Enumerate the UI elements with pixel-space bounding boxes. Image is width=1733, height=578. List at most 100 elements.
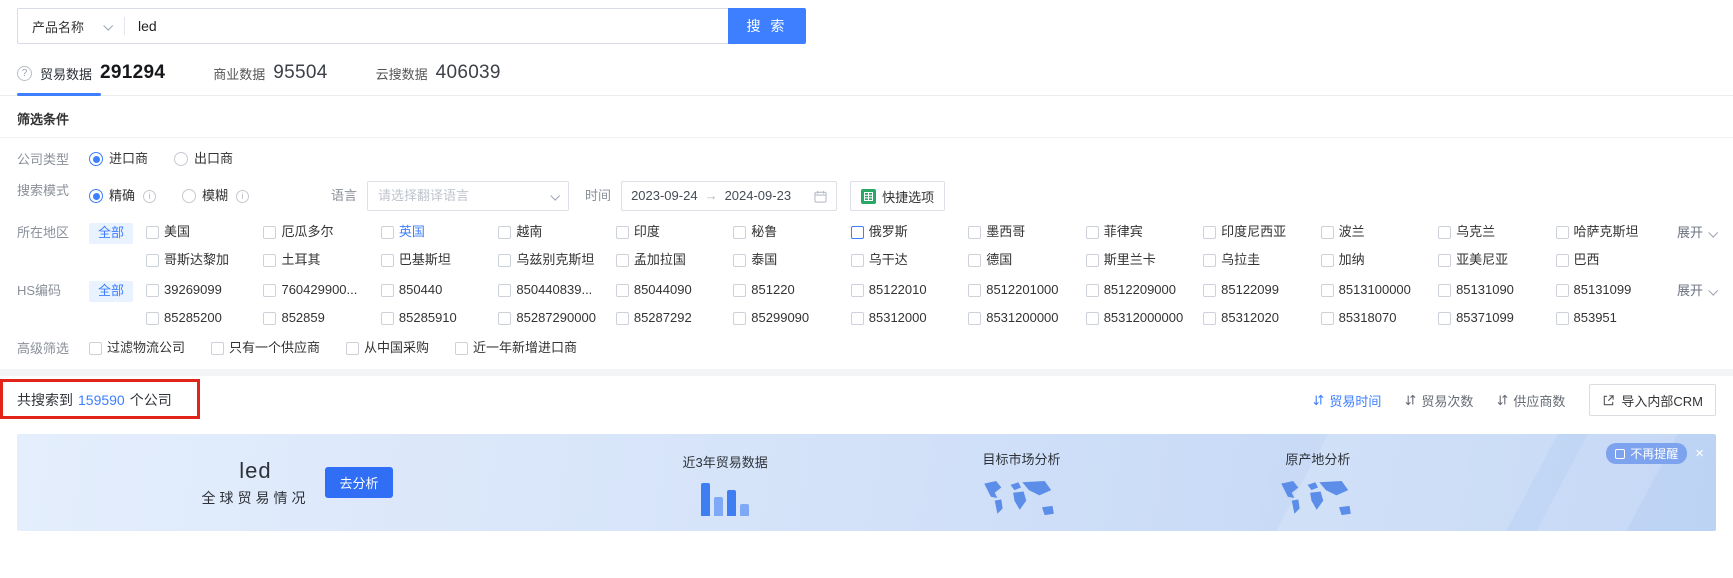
sort-arrows-icon [1405,394,1416,406]
hs-code-checkbox[interactable]: 850440839... [498,281,609,299]
search-category-dropdown[interactable]: 产品名称 [18,9,124,43]
banner-card-trade-data[interactable]: 近3年贸易数据 [577,450,873,516]
region-checkbox[interactable]: 乌拉圭 [1203,251,1314,269]
region-checkbox[interactable]: 印度尼西亚 [1203,223,1314,241]
hs-code-checkbox[interactable]: 85299090 [733,309,844,327]
region-checkbox[interactable]: 厄瓜多尔 [263,223,374,241]
advanced-filter-checkbox[interactable]: 只有一个供应商 [211,339,320,357]
advanced-filter-checkbox[interactable]: 过滤物流公司 [89,339,185,357]
sort-option[interactable]: 供应商数 [1497,391,1565,410]
hs-code-checkbox[interactable]: 85312000 [850,309,962,327]
checkbox-label: 85122099 [1221,282,1279,297]
checkbox-label: 英国 [398,224,425,239]
hs-code-checkbox[interactable]: 851220 [733,281,844,299]
tab-cloud-search-data[interactable]: 云搜数据 406039 [376,62,501,95]
hs-code-all-chip[interactable]: 全部 [89,281,134,302]
checkbox-icon [263,311,277,325]
checkbox-icon [1320,283,1334,297]
translation-language-select[interactable]: 请选择翻译语言 [367,181,570,211]
region-checkbox[interactable]: 英国 [380,223,492,241]
expand-label: 展开 [1676,283,1703,298]
region-checkbox[interactable]: 乌克兰 [1438,223,1549,241]
results-suffix: 个公司 [129,392,172,408]
region-checkbox[interactable]: 德国 [968,251,1079,269]
region-checkbox[interactable]: 俄罗斯 [850,223,962,241]
region-checkbox[interactable]: 秘鲁 [733,223,844,241]
hs-code-checkbox[interactable]: 85285910 [380,309,492,327]
hs-code-checkbox[interactable]: 85312000000 [1085,309,1197,327]
region-checkbox[interactable]: 亚美尼亚 [1438,251,1549,269]
date-range-picker[interactable]: 2023-09-24 → 2024-09-23 [621,181,838,211]
results-actions: 贸易时间 贸易次数 供应商数 导入内部CRM [1313,384,1716,416]
checkbox-label: 过滤物流公司 [107,340,186,355]
checkbox-icon [733,311,747,325]
banner-card-origin[interactable]: 原产地分析 [1170,447,1466,519]
region-checkbox[interactable]: 乌兹别克斯坦 [498,251,609,269]
tab-trade-data[interactable]: ? 贸易数据 291294 [17,62,165,96]
banner-card-target-market[interactable]: 目标市场分析 [873,447,1169,519]
calendar-icon [814,190,827,203]
hs-code-checkbox[interactable]: 85312020 [1203,309,1314,327]
region-checkbox[interactable]: 乌干达 [850,251,962,269]
hs-code-checkbox[interactable]: 850440 [380,281,492,299]
hs-code-checkbox[interactable]: 85122099 [1203,281,1314,299]
hs-code-checkbox[interactable]: 852859 [263,309,374,327]
radio-exporter[interactable]: 出口商 [174,150,233,168]
hs-code-checkbox[interactable]: 85287292 [615,309,727,327]
banner-dismiss: 不再提醒 × [1606,443,1704,464]
region-checkbox[interactable]: 哥斯达黎加 [146,251,257,269]
hs-code-checkbox[interactable]: 85122010 [850,281,962,299]
radio-exact-mode[interactable]: 精确 i [89,187,157,205]
hs-code-checkbox[interactable]: 8513100000 [1320,281,1432,299]
hs-code-checkbox[interactable]: 760429900... [263,281,374,299]
region-checkbox[interactable]: 墨西哥 [968,223,1079,241]
advanced-filter-checkbox[interactable]: 从中国采购 [346,339,429,357]
sort-option[interactable]: 贸易次数 [1405,391,1473,410]
dont-remind-checkbox[interactable]: 不再提醒 [1606,443,1688,464]
tab-count: 406039 [435,62,501,83]
quick-options-button[interactable]: 快捷选项 [850,181,946,211]
close-icon[interactable]: × [1695,446,1704,461]
region-checkbox[interactable]: 越南 [498,223,609,241]
advanced-filter-checkbox[interactable]: 近一年新增进口商 [455,339,577,357]
hs-code-checkbox[interactable]: 85131099 [1555,281,1667,299]
hs-code-checkbox[interactable]: 85318070 [1320,309,1432,327]
checkbox-label: 越南 [516,224,543,239]
region-checkbox[interactable]: 斯里兰卡 [1085,251,1197,269]
hs-code-checkbox[interactable]: 85285200 [146,309,257,327]
search-button[interactable]: 搜 索 [728,8,806,44]
hs-code-checkbox[interactable]: 8512201000 [968,281,1079,299]
region-expand-link[interactable]: 展开 [1677,223,1719,242]
radio-fuzzy-mode[interactable]: 模糊 i [182,187,250,205]
region-checkbox[interactable]: 哈萨克斯坦 [1555,223,1667,241]
tab-business-data[interactable]: 商业数据 95504 [213,62,327,95]
region-checkbox[interactable]: 印度 [615,223,727,241]
region-checkbox[interactable]: 波兰 [1320,223,1432,241]
hs-code-expand-link[interactable]: 展开 [1676,281,1719,300]
hs-code-checkbox[interactable]: 85287290000 [498,309,609,327]
checkbox-icon [498,225,512,239]
hs-code-checkbox[interactable]: 8512209000 [1085,281,1197,299]
hs-code-checkbox[interactable]: 39269099 [146,281,257,299]
region-checkbox[interactable]: 泰国 [733,251,844,269]
region-checkbox[interactable]: 孟加拉国 [615,251,727,269]
import-crm-button[interactable]: 导入内部CRM [1589,384,1716,416]
sort-option[interactable]: 贸易时间 [1313,391,1381,410]
region-checkbox[interactable]: 加纳 [1320,251,1432,269]
hs-code-checkbox[interactable]: 853951 [1555,309,1667,327]
search-input[interactable] [125,10,728,42]
radio-importer[interactable]: 进口商 [89,150,148,168]
analyze-button[interactable]: 去分析 [325,467,393,498]
region-all-chip[interactable]: 全部 [89,223,134,244]
region-checkbox[interactable]: 巴基斯坦 [380,251,492,269]
hs-code-checkbox[interactable]: 85371099 [1438,309,1549,327]
hs-code-checkbox[interactable]: 8531200000 [968,309,1079,327]
checkbox-label: 印度尼西亚 [1221,224,1287,239]
checkbox-icon [498,283,512,297]
region-checkbox[interactable]: 土耳其 [263,251,374,269]
region-checkbox[interactable]: 巴西 [1555,251,1667,269]
hs-code-checkbox[interactable]: 85131090 [1438,281,1549,299]
region-checkbox[interactable]: 美国 [146,223,257,241]
hs-code-checkbox[interactable]: 85044090 [615,281,727,299]
region-checkbox[interactable]: 菲律宾 [1085,223,1197,241]
